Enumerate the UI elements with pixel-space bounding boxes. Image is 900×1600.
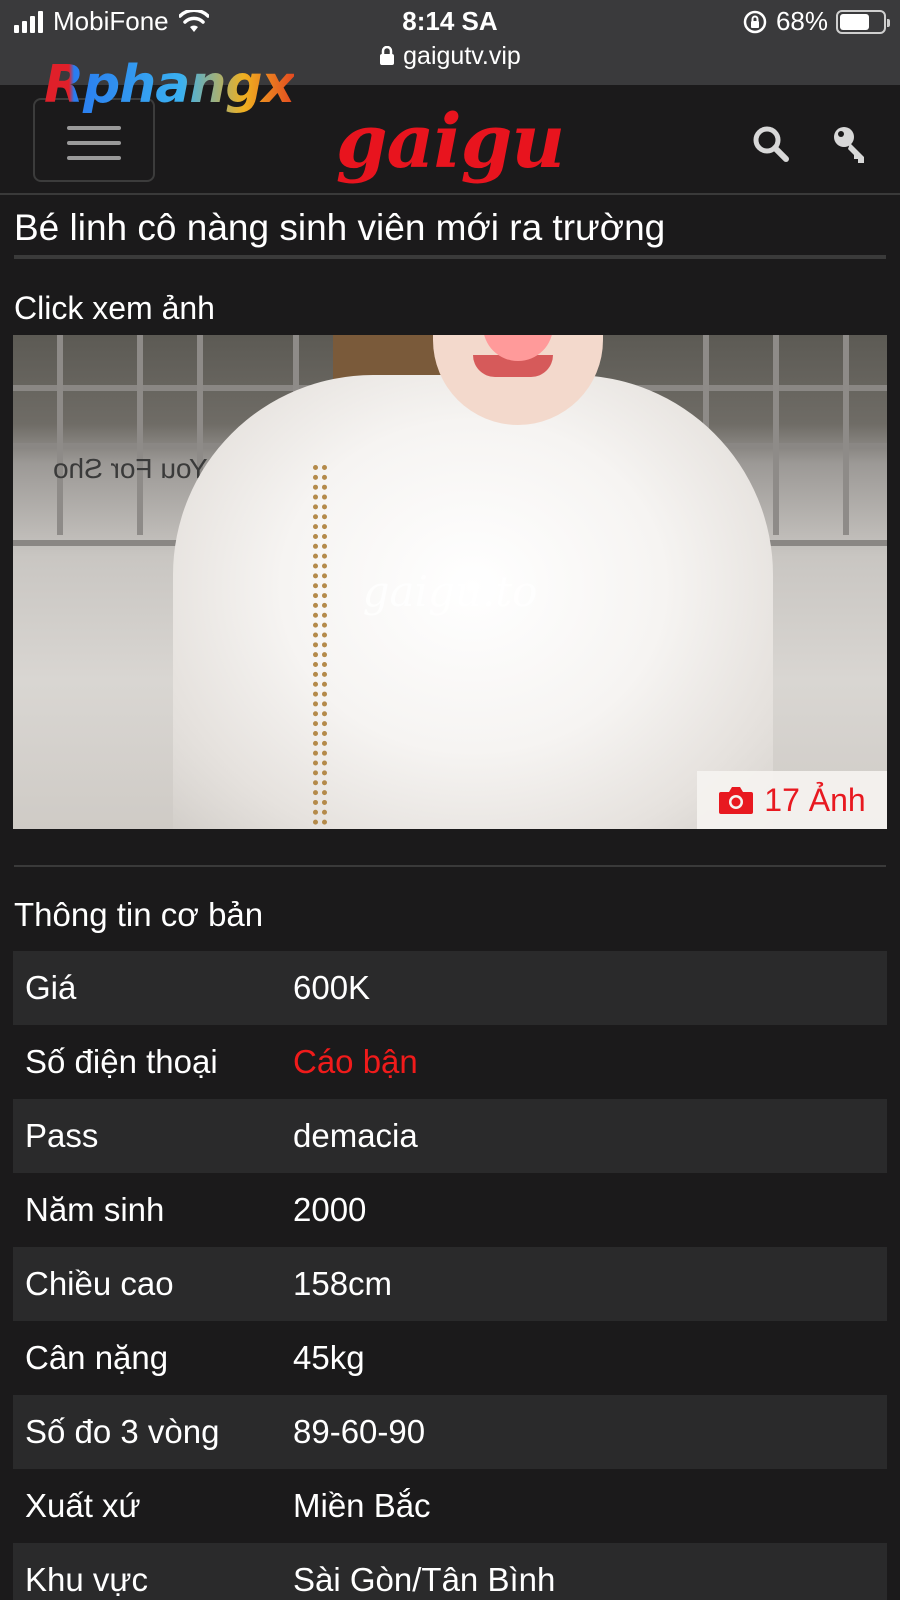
key-icon[interactable] — [832, 125, 868, 165]
row-value: Sài Gòn/Tân Bình — [293, 1561, 556, 1598]
table-row: Pass demacia — [13, 1099, 887, 1173]
url-text: gaigutv.vip — [403, 42, 521, 70]
photo-count-label: 17 Ảnh — [764, 781, 866, 818]
table-row: Khu vực Sài Gòn/Tân Bình — [13, 1543, 887, 1600]
row-value: 2000 — [293, 1191, 367, 1228]
battery-percent: 68% — [775, 6, 828, 36]
row-value: 600K — [293, 969, 371, 1006]
table-row: Năm sinh 2000 — [13, 1173, 887, 1247]
row-label: Chiều cao — [25, 1265, 174, 1302]
watermark-logo: Rphangx — [44, 55, 295, 115]
row-label: Pass — [25, 1117, 99, 1154]
row-value: 158cm — [293, 1265, 393, 1302]
site-logo[interactable]: gaigu — [300, 99, 600, 185]
row-label: Năm sinh — [25, 1191, 165, 1228]
row-label: Số điện thoại — [25, 1043, 218, 1080]
row-label: Xuất xứ — [25, 1487, 141, 1524]
table-row: Cân nặng 45kg — [13, 1321, 887, 1395]
camera-icon — [719, 787, 754, 814]
table-row: Xuất xứ Miền Bắc — [13, 1469, 887, 1543]
section-divider — [14, 865, 886, 867]
click-view-photos-label[interactable]: Click xem ảnh — [14, 290, 215, 327]
row-value: Miền Bắc — [293, 1487, 431, 1524]
row-value: demacia — [293, 1117, 418, 1154]
orientation-lock-icon — [743, 10, 767, 33]
phone-status-value: Cáo bận — [293, 1043, 418, 1080]
row-value: 89-60-90 — [293, 1413, 426, 1450]
row-value: 45kg — [293, 1339, 365, 1376]
photo-count-badge[interactable]: 17 Ảnh — [697, 771, 887, 829]
battery-icon — [836, 9, 890, 34]
table-row: Số đo 3 vòng 89-60-90 — [13, 1395, 887, 1469]
row-label: Giá — [25, 969, 77, 1006]
row-label: Cân nặng — [25, 1339, 169, 1376]
post-photo[interactable]: Thank You For Sho gaigu.to 17 Ảnh — [13, 335, 887, 829]
lock-icon — [380, 46, 395, 65]
search-icon[interactable] — [752, 125, 790, 163]
table-row: Chiều cao 158cm — [13, 1247, 887, 1321]
battery-fill — [840, 13, 869, 30]
table-row: Giá 600K — [13, 951, 887, 1025]
photo-watermark: gaigu.to — [362, 567, 538, 616]
row-label: Số đo 3 vòng — [25, 1413, 220, 1450]
post-title: Bé linh cô nàng sinh viên mới ra trường — [14, 207, 886, 259]
status-right: 68% — [742, 6, 890, 37]
row-label: Khu vực — [25, 1561, 148, 1598]
info-section-title: Thông tin cơ bản — [14, 896, 264, 933]
info-table: Giá 600K Số điện thoại Cáo bận Pass demacia… — [13, 951, 887, 1600]
table-row: Số điện thoại Cáo bận — [13, 1025, 887, 1099]
